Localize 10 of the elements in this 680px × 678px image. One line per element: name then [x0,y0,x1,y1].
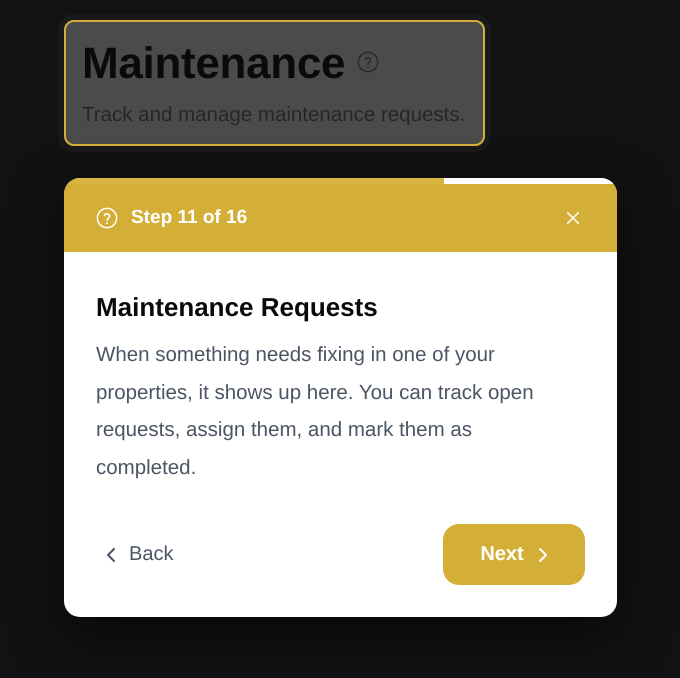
tour-title: Maintenance Requests [96,292,379,322]
help-icon [96,207,118,229]
chevron-right-icon [538,546,548,562]
page-title: Maintenance [82,38,346,90]
back-button[interactable]: Back [100,537,180,572]
step-label: Step 11 of 16 [131,207,248,229]
close-icon [566,211,580,225]
chevron-left-icon [106,546,116,562]
tour-description: When something needs fixing in one of your properties, it shows up here. You can track open requests, assign them, and mark them as completed. [96,342,535,480]
help-icon [357,51,380,73]
